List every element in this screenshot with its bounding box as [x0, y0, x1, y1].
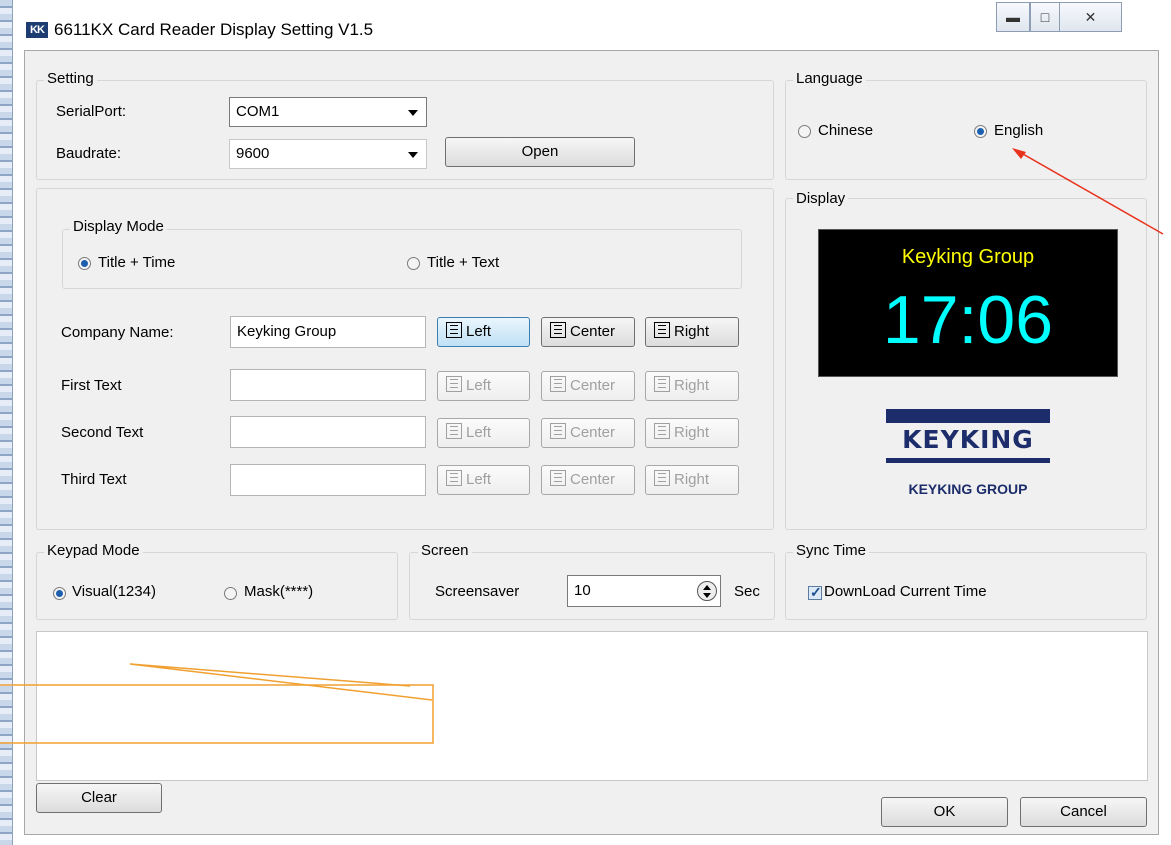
annotation-overlay	[0, 148, 1164, 744]
annotation-arrow-line	[1015, 149, 1164, 235]
annotation-callout-box	[0, 684, 434, 744]
annotation-arrow-head	[1012, 148, 1026, 159]
annotation-callout-pointer	[129, 663, 433, 701]
